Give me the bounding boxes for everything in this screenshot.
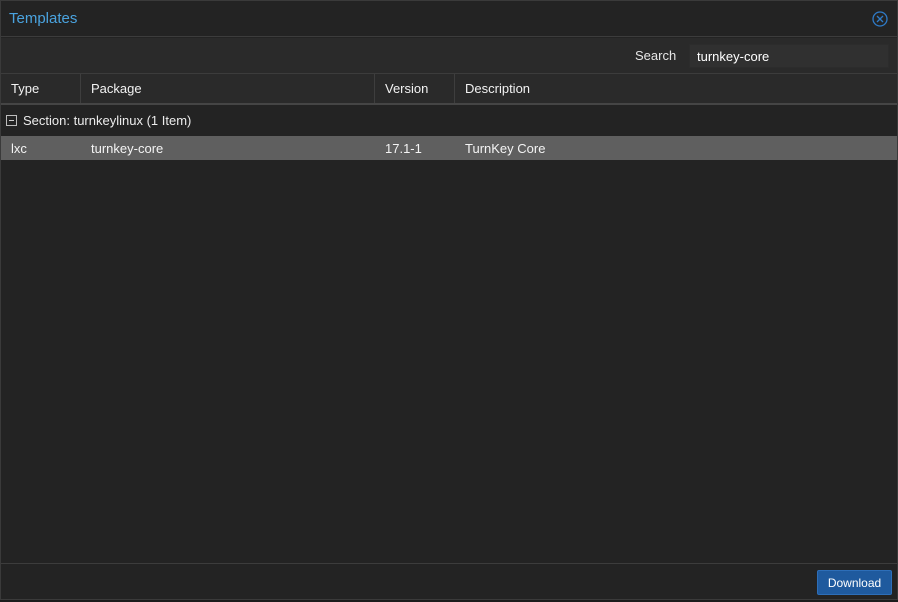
search-toolbar: Search [1, 38, 897, 74]
cell-type: lxc [11, 140, 27, 156]
dialog-footer: Download [1, 563, 897, 599]
grid-header: Type Package Version Description [1, 74, 897, 105]
close-circle-icon [872, 11, 888, 27]
table-row[interactable]: lxc turnkey-core 17.1-1 TurnKey Core [1, 136, 897, 160]
grid-body: Section: turnkeylinux (1 Item) lxc turnk… [1, 105, 897, 563]
column-header-type[interactable]: Type [1, 74, 81, 103]
dialog-titlebar: Templates [1, 1, 897, 37]
group-label: Section: turnkeylinux (1 Item) [23, 113, 192, 128]
search-label: Search [635, 48, 677, 63]
cell-description: TurnKey Core [465, 140, 546, 156]
cell-version: 17.1-1 [385, 140, 422, 156]
cell-package: turnkey-core [91, 140, 164, 156]
download-button[interactable]: Download [817, 570, 892, 595]
search-input[interactable] [689, 44, 889, 68]
group-header-row[interactable]: Section: turnkeylinux (1 Item) [1, 105, 897, 136]
templates-dialog: Templates Search Type Package Version De… [0, 0, 898, 600]
column-header-version[interactable]: Version [375, 74, 455, 103]
dialog-title: Templates [9, 10, 78, 27]
collapse-minus-icon[interactable] [6, 115, 17, 126]
close-button[interactable] [871, 10, 889, 28]
column-header-package[interactable]: Package [81, 74, 375, 103]
column-header-description[interactable]: Description [455, 74, 897, 103]
